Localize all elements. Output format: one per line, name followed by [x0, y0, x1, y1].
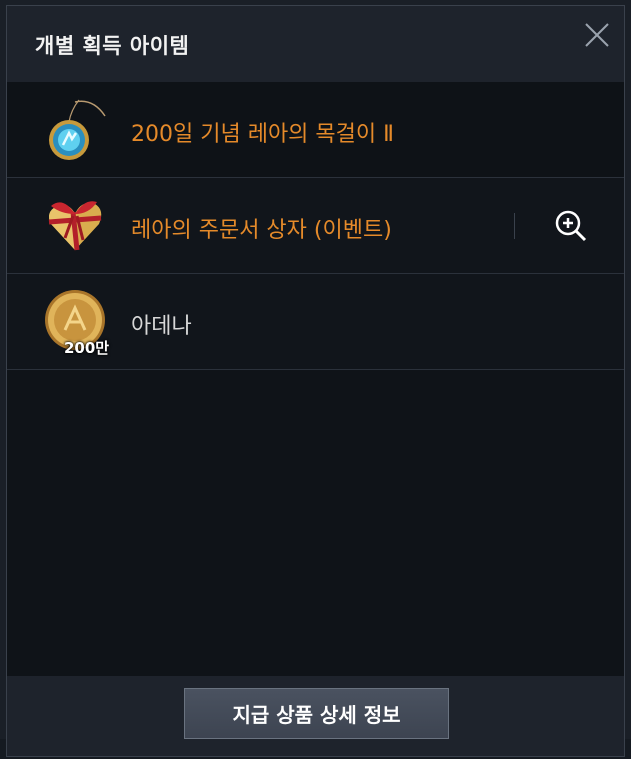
- item-name: 200일 기념 레아의 목걸이 Ⅱ: [131, 122, 394, 147]
- list-item: 레아의 주문서 상자 (이벤트): [7, 178, 624, 274]
- dialog-header: 개별 획득 아이템: [7, 6, 624, 82]
- gift-box-icon: [43, 192, 107, 256]
- dialog-footer: 지급 상품 상세 정보: [7, 676, 624, 756]
- detail-info-button[interactable]: 지급 상품 상세 정보: [184, 688, 449, 739]
- item-name: 아데나: [131, 314, 192, 339]
- dialog-title: 개별 획득 아이템: [35, 34, 190, 58]
- item-quantity: 200만: [64, 339, 110, 357]
- item-name: 레아의 주문서 상자 (이벤트): [131, 218, 392, 243]
- zoom-in-icon[interactable]: [554, 209, 588, 243]
- necklace-icon: [43, 96, 107, 160]
- list-item: 200만 아데나: [7, 274, 624, 370]
- close-icon[interactable]: [584, 22, 610, 48]
- list-item: 200일 기념 레아의 목걸이 Ⅱ: [7, 82, 624, 178]
- divider: [514, 213, 515, 239]
- item-list: 200일 기념 레아의 목걸이 Ⅱ 레아의 주문서 상자 (이벤트) 200만 …: [7, 82, 624, 370]
- item-acquisition-dialog: 개별 획득 아이템 200일 기념 레아의 목걸이 Ⅱ 레아의 주문서 상자 (…: [6, 5, 625, 757]
